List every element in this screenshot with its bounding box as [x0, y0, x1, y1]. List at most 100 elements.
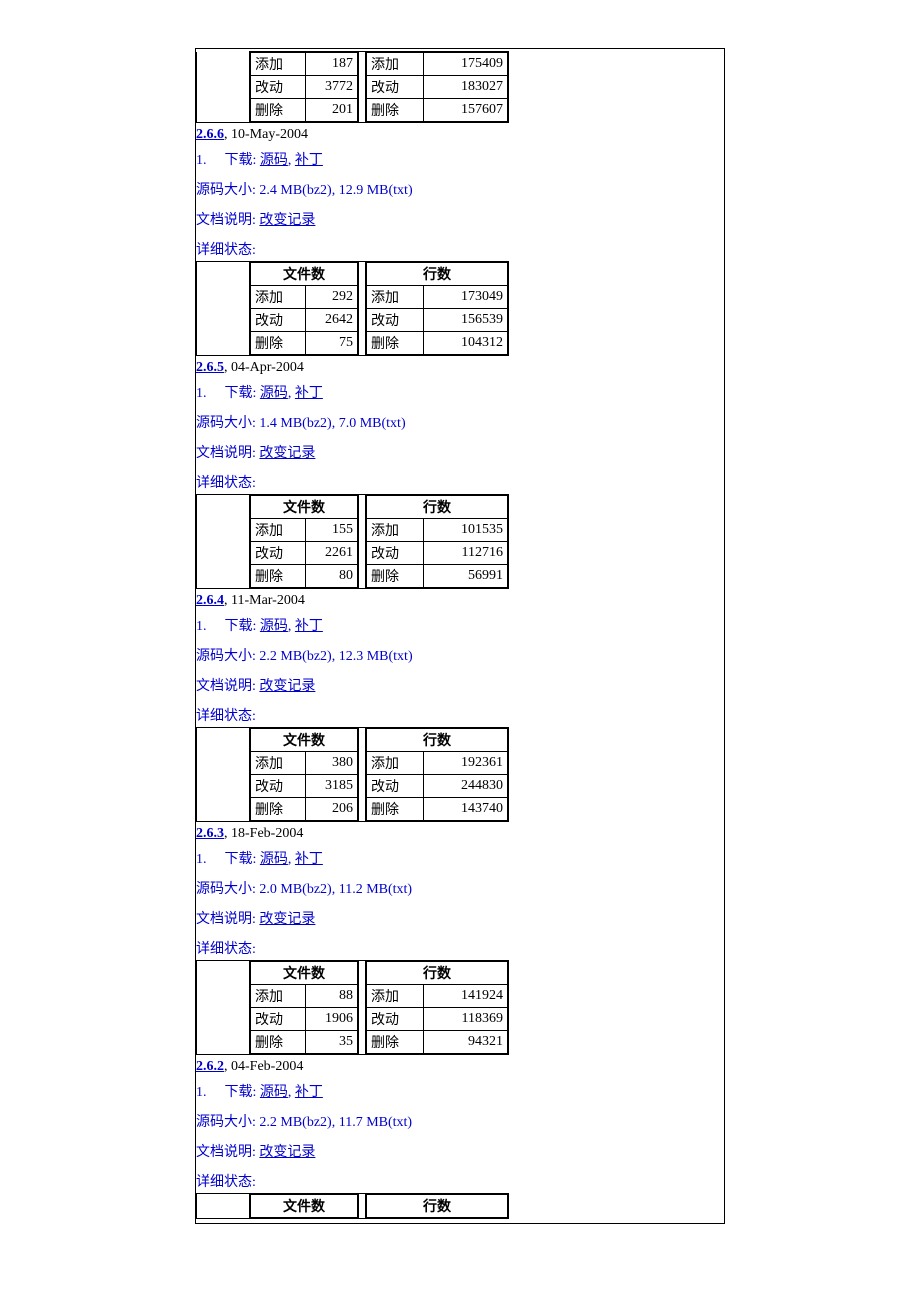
- files-mod-label: 改动: [251, 542, 306, 565]
- files-add-label: 添加: [251, 985, 306, 1008]
- stats-side-col: .: [197, 961, 250, 1055]
- lines-mod-value: 183027: [424, 76, 508, 99]
- version-link[interactable]: 2.6.5: [196, 360, 224, 375]
- download-line: 1.下载: 源码, 补丁: [196, 1081, 724, 1101]
- source-link[interactable]: 源码: [260, 619, 288, 634]
- version-date: , 04-Apr-2004: [224, 360, 304, 375]
- download-label: 下载:: [225, 619, 260, 634]
- files-del-label: 删除: [251, 798, 306, 821]
- patch-link[interactable]: 补丁: [295, 386, 323, 401]
- lines-header: 行数: [367, 1195, 508, 1218]
- lines-del-label: 删除: [367, 99, 424, 122]
- stats-table: . 文件数 添加 380 改动 3185 删除 206: [196, 727, 509, 822]
- version-line: 2.6.3, 18-Feb-2004: [196, 826, 724, 842]
- lines-mod-label: 改动: [367, 309, 424, 332]
- changelog-link[interactable]: 改变记录: [259, 446, 315, 461]
- doc-label: 文档说明:: [196, 912, 259, 927]
- source-link[interactable]: 源码: [260, 1085, 288, 1100]
- list-number: 1.: [196, 386, 207, 401]
- version-link[interactable]: 2.6.2: [196, 1059, 224, 1074]
- version-link[interactable]: 2.6.3: [196, 826, 224, 841]
- files-del-label: 删除: [251, 565, 306, 588]
- files-mod-value: 2642: [305, 309, 357, 332]
- lines-add-label: 添加: [367, 53, 424, 76]
- changelog-link[interactable]: 改变记录: [259, 1145, 315, 1160]
- download-label: 下载:: [225, 1085, 260, 1100]
- lines-del-label: 删除: [367, 798, 424, 821]
- stats-table: . 文件数 添加 292 改动 2642 删除 75: [196, 261, 509, 356]
- files-del-label: 删除: [251, 332, 306, 355]
- version-link[interactable]: 2.6.4: [196, 593, 224, 608]
- version-line: 2.6.2, 04-Feb-2004: [196, 1059, 724, 1075]
- version-line: 2.6.4, 11-Mar-2004: [196, 593, 724, 609]
- lines-del-value: 56991: [424, 565, 508, 588]
- lines-header: 行数: [367, 962, 508, 985]
- doc-label: 文档说明:: [196, 446, 259, 461]
- source-link[interactable]: 源码: [260, 386, 288, 401]
- lines-mod-label: 改动: [367, 76, 424, 99]
- download-line: 1.下载: 源码, 补丁: [196, 615, 724, 635]
- doc-line: 文档说明: 改变记录: [196, 442, 724, 462]
- version-date: , 18-Feb-2004: [224, 826, 303, 841]
- patch-link[interactable]: 补丁: [295, 153, 323, 168]
- download-label: 下载:: [225, 852, 260, 867]
- files-header: 文件数: [251, 729, 358, 752]
- lines-add-value: 141924: [424, 985, 508, 1008]
- lines-add-label: 添加: [367, 752, 424, 775]
- stats-side-col: .: [197, 262, 250, 356]
- version-date: , 10-May-2004: [224, 127, 308, 142]
- source-size: 源码大小: 2.0 MB(bz2), 11.2 MB(txt): [196, 878, 724, 898]
- stats-spacer: [359, 1194, 366, 1219]
- patch-link[interactable]: 补丁: [295, 1085, 323, 1100]
- stats-table: . 文件数 添加 155 改动 2261 删除 80: [196, 494, 509, 589]
- lines-add-label: 添加: [367, 519, 424, 542]
- lines-header: 行数: [367, 729, 508, 752]
- doc-label: 文档说明:: [196, 679, 259, 694]
- doc-line: 文档说明: 改变记录: [196, 675, 724, 695]
- download-line: 1.下载: 源码, 补丁: [196, 382, 724, 402]
- lines-mod-label: 改动: [367, 542, 424, 565]
- files-mod-value: 3772: [305, 76, 357, 99]
- patch-link[interactable]: 补丁: [295, 852, 323, 867]
- files-header: 文件数: [251, 496, 358, 519]
- lines-header: 行数: [367, 263, 508, 286]
- lines-mod-label: 改动: [367, 1008, 424, 1031]
- files-header: 文件数: [251, 263, 358, 286]
- version-link[interactable]: 2.6.6: [196, 127, 224, 142]
- changelog-link[interactable]: 改变记录: [259, 912, 315, 927]
- files-del-label: 删除: [251, 99, 306, 122]
- source-size: 源码大小: 2.4 MB(bz2), 12.9 MB(txt): [196, 179, 724, 199]
- patch-link[interactable]: 补丁: [295, 619, 323, 634]
- files-header: 文件数: [251, 962, 358, 985]
- files-add-value: 380: [305, 752, 357, 775]
- lines-del-label: 删除: [367, 565, 424, 588]
- files-add-value: 292: [305, 286, 357, 309]
- lines-mod-value: 112716: [424, 542, 508, 565]
- files-mod-label: 改动: [251, 309, 306, 332]
- files-add-label: 添加: [251, 53, 306, 76]
- files-del-value: 80: [305, 565, 357, 588]
- files-del-value: 35: [305, 1031, 357, 1054]
- files-mod-label: 改动: [251, 1008, 306, 1031]
- stats-spacer: [359, 495, 366, 589]
- lines-del-label: 删除: [367, 332, 424, 355]
- changelog-link[interactable]: 改变记录: [259, 213, 315, 228]
- source-size: 源码大小: 2.2 MB(bz2), 11.7 MB(txt): [196, 1111, 724, 1131]
- files-add-label: 添加: [251, 286, 306, 309]
- changelog-link[interactable]: 改变记录: [259, 679, 315, 694]
- files-add-label: 添加: [251, 519, 306, 542]
- download-label: 下载:: [225, 386, 260, 401]
- version-date: , 11-Mar-2004: [224, 593, 305, 608]
- files-add-value: 155: [305, 519, 357, 542]
- files-mod-label: 改动: [251, 76, 306, 99]
- download-label: 下载:: [225, 153, 260, 168]
- source-link[interactable]: 源码: [260, 852, 288, 867]
- source-link[interactable]: 源码: [260, 153, 288, 168]
- files-mod-value: 2261: [305, 542, 357, 565]
- list-number: 1.: [196, 1085, 207, 1100]
- lines-mod-label: 改动: [367, 775, 424, 798]
- stats-table: . 添加 187 改动 3772 删除 201: [196, 51, 509, 123]
- list-number: 1.: [196, 619, 207, 634]
- detail-status-label: 详细状态:: [196, 1171, 724, 1191]
- files-header: 文件数: [251, 1195, 358, 1218]
